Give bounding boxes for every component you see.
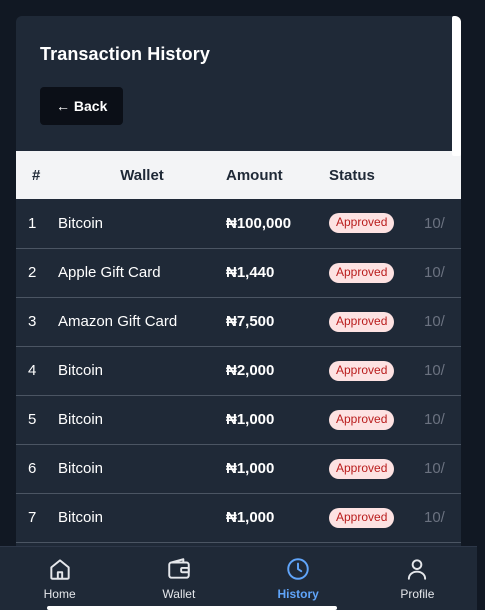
row-number: 7	[28, 509, 37, 526]
home-indicator	[47, 606, 337, 610]
user-icon	[408, 559, 427, 580]
transactions-table: # Wallet Amount Status 1 Bitcoin ₦100,00…	[16, 151, 461, 543]
header-wallet: Wallet	[120, 166, 164, 184]
status-badge: Approved	[329, 360, 395, 381]
row-date: 10/	[424, 362, 445, 379]
row-number: 2	[28, 264, 37, 281]
nav-home-label: Home	[43, 587, 76, 601]
nav-history[interactable]: History	[239, 547, 358, 610]
row-number: 1	[28, 214, 37, 232]
status-badge: Approved	[329, 213, 395, 234]
row-amount: ₦1,000	[226, 411, 275, 428]
scrollbar[interactable]	[452, 16, 461, 156]
table-row[interactable]: 2 Apple Gift Card ₦1,440 Approved 10/	[16, 248, 461, 297]
row-number: 3	[28, 313, 37, 330]
row-number: 5	[28, 411, 37, 428]
nav-wallet-label: Wallet	[162, 587, 196, 601]
status-badge: Approved	[329, 311, 395, 332]
header-date	[424, 151, 461, 199]
header-amount: Amount	[226, 166, 283, 184]
table-row[interactable]: 6 Bitcoin ₦1,000 Approved 10/	[16, 444, 461, 493]
row-wallet: Bitcoin	[58, 411, 104, 428]
wallet-icon	[168, 558, 190, 579]
page-title: Transaction History	[40, 44, 210, 64]
row-amount: ₦100,000	[226, 214, 292, 232]
row-date: 10/	[424, 264, 445, 281]
transaction-history-screen: Transaction History ← Back # Wallet Amou…	[0, 0, 485, 610]
row-wallet: Bitcoin	[58, 214, 104, 232]
status-badge: Approved	[329, 458, 395, 479]
card-header: Transaction History ← Back	[16, 16, 461, 151]
nav-profile-label: Profile	[400, 587, 435, 601]
table-row[interactable]: 7 Bitcoin ₦1,000 Approved 10/	[16, 493, 461, 542]
nav-home[interactable]: Home	[0, 547, 119, 610]
row-date: 10/	[424, 460, 445, 477]
row-wallet: Apple Gift Card	[58, 264, 161, 281]
row-date: 10/	[424, 214, 445, 232]
home-icon	[49, 559, 70, 580]
row-date: 10/	[424, 509, 445, 526]
table-row[interactable]: 4 Bitcoin ₦2,000 Approved 10/	[16, 346, 461, 395]
row-wallet: Amazon Gift Card	[58, 313, 178, 330]
row-date: 10/	[424, 313, 445, 330]
row-number: 4	[28, 362, 37, 379]
row-amount: ₦1,000	[226, 460, 275, 477]
row-wallet: Bitcoin	[58, 362, 104, 379]
row-amount: ₦2,000	[226, 362, 275, 379]
nav-profile[interactable]: Profile	[358, 547, 477, 610]
table-header-row: # Wallet Amount Status	[16, 151, 461, 199]
clock-icon	[287, 558, 309, 580]
status-badge: Approved	[329, 409, 395, 430]
header-status: Status	[329, 166, 375, 184]
row-wallet: Bitcoin	[58, 460, 104, 477]
row-amount: ₦7,500	[226, 313, 275, 330]
row-wallet: Bitcoin	[58, 509, 104, 526]
row-amount: ₦1,440	[226, 264, 275, 281]
status-badge: Approved	[329, 507, 395, 528]
row-amount: ₦1,000	[226, 509, 275, 526]
history-card: Transaction History ← Back # Wallet Amou…	[16, 16, 461, 576]
table-row[interactable]: 3 Amazon Gift Card ₦7,500 Approved 10/	[16, 297, 461, 346]
status-badge: Approved	[329, 262, 395, 283]
nav-wallet[interactable]: Wallet	[119, 547, 238, 610]
table-row[interactable]: 1 Bitcoin ₦100,000 Approved 10/	[16, 199, 461, 248]
row-date: 10/	[424, 411, 445, 428]
table-row[interactable]: 5 Bitcoin ₦1,000 Approved 10/	[16, 395, 461, 444]
header-number: #	[32, 166, 41, 184]
back-button[interactable]: ← Back	[40, 87, 124, 125]
nav-history-label: History	[277, 587, 319, 601]
row-number: 6	[28, 460, 37, 477]
bottom-navigation: Home Wallet History Profile	[0, 546, 477, 610]
